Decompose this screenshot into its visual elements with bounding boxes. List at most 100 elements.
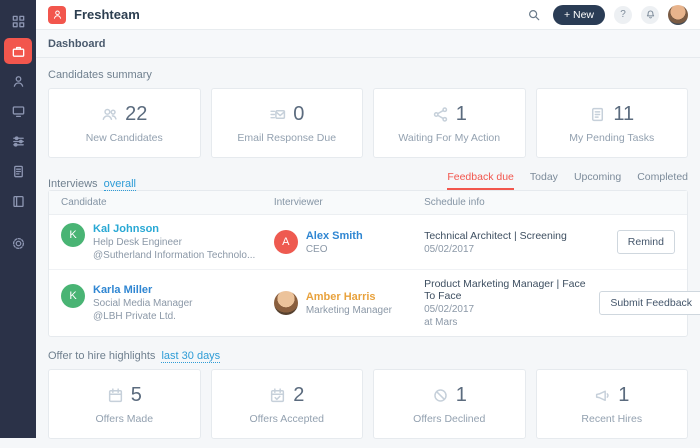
candidate-name-link[interactable]: Karla Miller — [93, 284, 193, 296]
sidebar-item-settings[interactable] — [4, 230, 32, 256]
column-interviewer: Interviewer — [273, 197, 323, 208]
breadcrumb: Dashboard — [36, 30, 700, 58]
sidebar-item-candidates[interactable] — [4, 68, 32, 94]
tab-upcoming[interactable]: Upcoming — [574, 171, 621, 190]
remind-button[interactable]: Remind — [616, 230, 675, 254]
interviews-filter-dropdown[interactable]: overall — [103, 178, 136, 191]
schedule-cell: Product Marketing Manager | Face To Face… — [424, 278, 599, 328]
candidate-title: Social Media Manager — [93, 298, 193, 309]
email-icon — [270, 109, 286, 119]
card-label: Recent Hires — [581, 412, 643, 425]
interviewer-name-link[interactable]: Amber Harris — [306, 291, 392, 303]
candidate-person-icon — [13, 75, 23, 87]
interviewer-cell: Amber Harris Marketing Manager — [273, 290, 424, 316]
offer-card-recent-hires[interactable]: 1 Recent Hires — [535, 369, 688, 439]
offer-card-offers-made[interactable]: 5 Offers Made — [48, 369, 201, 439]
interviewer-name-link[interactable]: Alex Smith — [306, 230, 363, 242]
column-candidate: Candidate — [61, 197, 107, 208]
declined-circle-icon — [433, 388, 447, 402]
card-value: 1 — [455, 102, 467, 125]
candidates-summary-cards: 22 New Candidates 0 Email Response Due 1… — [48, 88, 688, 158]
schedule-location: at Mars — [424, 317, 458, 328]
calendar-check-icon — [271, 387, 285, 402]
book-icon — [12, 195, 24, 207]
notifications-bell-icon[interactable] — [641, 5, 659, 24]
briefcase-icon — [12, 46, 24, 57]
calendar-icon — [108, 387, 122, 402]
breadcrumb-label[interactable]: Dashboard — [48, 38, 105, 50]
card-label: Offers Made — [95, 412, 154, 425]
card-value: 0 — [293, 102, 305, 125]
megaphone-icon — [596, 390, 609, 401]
submit-feedback-button[interactable]: Submit Feedback — [599, 291, 700, 315]
sidebar-item-documents[interactable] — [4, 158, 32, 184]
table-row: K Kal Johnson Help Desk Engineer @Suther… — [49, 215, 687, 270]
search-icon[interactable] — [524, 5, 544, 25]
interviewer-title: Marketing Manager — [305, 304, 392, 316]
candidate-avatar: K — [61, 284, 85, 308]
candidates-summary-title: Candidates summary — [48, 69, 152, 81]
sidebar-item-reports[interactable] — [4, 188, 32, 214]
candidate-company: @Sutherland Information Technolo... — [93, 250, 256, 261]
sidebar — [0, 0, 36, 438]
candidate-cell: K Kal Johnson Help Desk Engineer @Suther… — [61, 223, 274, 261]
summary-card-email-response-due[interactable]: 0 Email Response Due — [210, 88, 363, 158]
schedule-role: Technical Architect | Screening — [424, 229, 567, 242]
card-label: New Candidates — [85, 131, 163, 144]
card-value: 22 — [125, 102, 148, 125]
interviewer-avatar — [273, 290, 298, 315]
offer-card-offers-declined[interactable]: 1 Offers Declined — [373, 369, 526, 439]
dashboard-main: Candidates summary 22 New Candidates 0 E… — [36, 58, 700, 448]
offer-highlights-cards: 5 Offers Made 2 Offers Accepted 1 Offers… — [48, 369, 688, 439]
card-value: 1 — [618, 383, 630, 406]
schedule-date: 05/02/2017 — [424, 243, 475, 255]
top-header: Freshteam + New ? — [36, 0, 700, 30]
card-value: 1 — [455, 383, 467, 406]
card-value: 5 — [130, 383, 142, 406]
share-icon — [433, 106, 447, 122]
card-value: 2 — [293, 383, 305, 406]
tasks-icon — [592, 107, 604, 121]
interviews-title: Interviews — [48, 178, 98, 190]
interviews-table: Candidate Interviewer Schedule info K Ka… — [48, 190, 700, 337]
people-icon — [102, 108, 117, 120]
schedule-cell: Technical Architect | Screening 05/02/20… — [424, 230, 599, 255]
schedule-date: 05/02/2017 — [424, 304, 475, 315]
summary-card-new-candidates[interactable]: 22 New Candidates — [48, 88, 201, 158]
new-button[interactable]: + New — [552, 4, 605, 25]
gear-icon — [12, 237, 24, 249]
sliders-icon — [12, 135, 24, 147]
card-label: Waiting For My Action — [398, 131, 501, 144]
apps-grid-icon[interactable] — [4, 8, 32, 34]
tab-today[interactable]: Today — [530, 171, 558, 190]
interviewer-cell: A Alex Smith CEO — [273, 229, 424, 255]
interviewer-title: CEO — [305, 243, 328, 255]
tab-feedback-due[interactable]: Feedback due — [447, 171, 514, 190]
sidebar-item-jobs[interactable] — [4, 38, 32, 64]
help-button[interactable]: ? — [614, 5, 632, 24]
sidebar-item-onboarding[interactable] — [4, 98, 32, 124]
table-row: K Karla Miller Social Media Manager @LBH… — [49, 270, 700, 336]
interviews-header: Interviews overall Feedback due Today Up… — [48, 171, 688, 191]
summary-card-waiting-for-my-action[interactable]: 1 Waiting For My Action — [373, 88, 526, 158]
card-value: 11 — [613, 102, 635, 125]
candidate-avatar: K — [61, 223, 85, 247]
card-label: Offers Accepted — [249, 412, 324, 425]
interviews-tabs: Feedback due Today Upcoming Completed — [447, 171, 688, 190]
freshteam-logo — [48, 5, 66, 24]
tab-completed[interactable]: Completed — [637, 171, 688, 190]
column-schedule-info: Schedule info — [424, 197, 485, 208]
user-avatar[interactable] — [668, 4, 688, 25]
app-title: Freshteam — [74, 7, 140, 22]
candidate-name-link[interactable]: Kal Johnson — [93, 223, 255, 235]
offer-highlights-filter-dropdown[interactable]: last 30 days — [161, 350, 221, 363]
schedule-role: Product Marketing Manager | Face To Face — [424, 278, 586, 302]
candidate-title: Help Desk Engineer — [93, 237, 182, 248]
summary-card-my-pending-tasks[interactable]: 11 My Pending Tasks — [535, 88, 688, 158]
document-icon — [13, 165, 23, 177]
candidate-company: @LBH Private Ltd. — [93, 311, 176, 322]
offer-card-offers-accepted[interactable]: 2 Offers Accepted — [210, 369, 363, 439]
sidebar-item-workflows[interactable] — [4, 128, 32, 154]
card-label: Email Response Due — [237, 131, 337, 144]
interviewer-avatar: A — [273, 229, 298, 254]
